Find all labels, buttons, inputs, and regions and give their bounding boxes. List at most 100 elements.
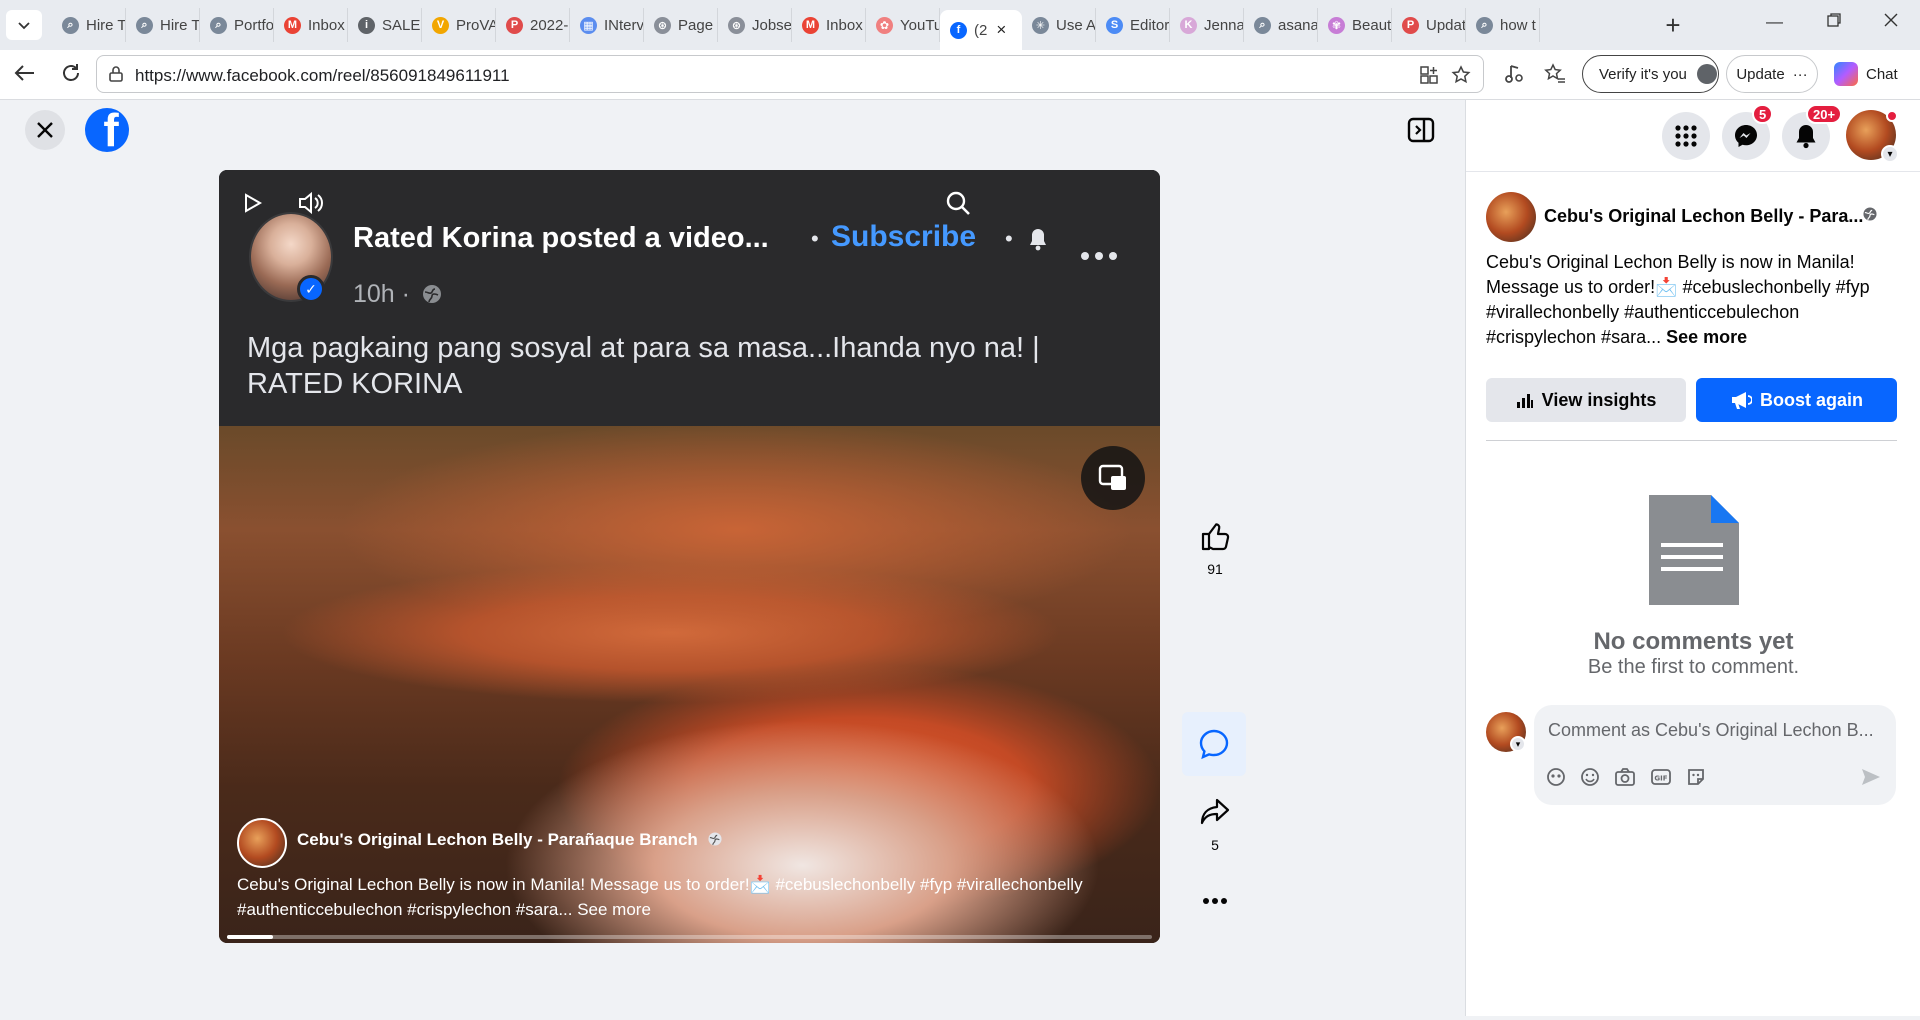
- browser-tab[interactable]: ✿ YouTu: [866, 8, 940, 42]
- minimize-button[interactable]: —: [1766, 12, 1783, 32]
- tab-list-menu-button[interactable]: [6, 10, 42, 40]
- favorite-star-icon[interactable]: [1451, 65, 1471, 85]
- post-text: Cebu's Original Lechon Belly is now in M…: [1486, 250, 1906, 350]
- globe-icon: [1863, 207, 1877, 221]
- verify-identity-button[interactable]: Verify it's you: [1582, 55, 1719, 93]
- tab-label: Page: [678, 16, 714, 34]
- emoji-icon[interactable]: [1580, 767, 1600, 787]
- video-page-name[interactable]: Cebu's Original Lechon Belly - Parañaque…: [297, 830, 723, 850]
- panel-divider: [1486, 440, 1897, 441]
- tab-label: SALES: [382, 16, 421, 34]
- browser-tab[interactable]: ⌕ Hire T: [126, 8, 200, 42]
- video-page-name-text[interactable]: Cebu's Original Lechon Belly - Parañaque…: [297, 830, 698, 849]
- sticker-icon[interactable]: [1686, 767, 1706, 787]
- browser-tab[interactable]: M Inbox: [792, 8, 866, 42]
- maximize-button[interactable]: [1826, 12, 1842, 33]
- more-dots-icon: ···: [1792, 65, 1808, 83]
- refresh-button[interactable]: [60, 62, 82, 90]
- facebook-logo[interactable]: f: [85, 108, 129, 152]
- boost-again-label: Boost again: [1759, 389, 1863, 410]
- browser-tab[interactable]: V ProVA: [422, 8, 496, 42]
- site-info-icon[interactable]: [107, 65, 125, 83]
- comment-tools: GIF: [1546, 767, 1706, 787]
- back-button[interactable]: [14, 62, 36, 90]
- browser-tab[interactable]: P 2022-: [496, 8, 570, 42]
- new-tab-button[interactable]: +: [1658, 10, 1688, 40]
- app-available-icon[interactable]: [1419, 65, 1439, 85]
- browser-tab[interactable]: K Jenna: [1170, 8, 1244, 42]
- volume-icon[interactable]: [297, 190, 325, 216]
- tab-favicon-icon: ✾: [1328, 16, 1345, 34]
- account-alert-dot: [1886, 110, 1898, 122]
- tab-label: Jobse: [752, 16, 792, 34]
- profile-avatar-icon: [1696, 64, 1717, 84]
- video-progress-bar[interactable]: [227, 935, 1152, 939]
- browser-tab[interactable]: ⌕ how t: [1466, 8, 1540, 42]
- tab-favicon-icon: K: [1180, 16, 1197, 34]
- reel-video[interactable]: ✓ Rated Korina posted a video... • Subsc…: [219, 170, 1160, 943]
- tab-label: 2022-: [530, 16, 569, 34]
- page-avatar[interactable]: [237, 818, 287, 868]
- tab-favicon-icon: P: [1402, 16, 1419, 34]
- tab-label: Use A: [1056, 16, 1096, 34]
- browser-tab[interactable]: ✳ Use A: [1022, 8, 1096, 42]
- post-page-avatar[interactable]: [1486, 192, 1536, 242]
- post-page-name[interactable]: Cebu's Original Lechon Belly - Para...: [1544, 206, 1863, 227]
- browser-tab[interactable]: S Editor: [1096, 8, 1170, 42]
- browser-tab[interactable]: P Updat: [1392, 8, 1466, 42]
- close-reel-button[interactable]: [25, 110, 65, 150]
- boost-again-button[interactable]: Boost again: [1696, 378, 1897, 422]
- pip-icon: [1098, 464, 1126, 490]
- browser-tab[interactable]: ▦ INterv: [570, 8, 644, 42]
- chevron-down-icon: [18, 22, 30, 30]
- more-dots-icon: [1081, 252, 1117, 260]
- browser-update-button[interactable]: Update ···: [1726, 55, 1818, 93]
- see-more-link[interactable]: See more: [1666, 327, 1747, 347]
- browser-tab[interactable]: ⌕ Portfo: [200, 8, 274, 42]
- comment-input[interactable]: [1548, 715, 1888, 745]
- picture-in-picture-button[interactable]: [1081, 446, 1145, 510]
- browser-tab[interactable]: ⌕ Hire T: [52, 8, 126, 42]
- url-text[interactable]: https://www.facebook.com/reel/8560918496…: [135, 66, 510, 86]
- send-icon[interactable]: [1860, 767, 1882, 787]
- close-window-button[interactable]: [1883, 12, 1899, 33]
- browser-tab[interactable]: ⊛ Page: [644, 8, 718, 42]
- chevron-down-icon[interactable]: ▾: [1881, 145, 1899, 163]
- verified-badge-icon: ✓: [297, 275, 325, 303]
- browser-tab[interactable]: i SALES: [348, 8, 422, 42]
- browser-tab[interactable]: f (2 ×: [940, 10, 1022, 50]
- browser-tab[interactable]: ⊛ Jobse: [718, 8, 792, 42]
- globe-icon: [708, 832, 722, 846]
- like-button[interactable]: 91: [1188, 520, 1242, 577]
- more-options-button[interactable]: [1188, 892, 1242, 910]
- browser-tab[interactable]: ✾ Beaut: [1318, 8, 1392, 42]
- video-description: Cebu's Original Lechon Belly is now in M…: [237, 875, 1083, 919]
- tab-label: INterv: [604, 16, 644, 34]
- messenger-badge: 5: [1752, 104, 1774, 124]
- tab-label: Updat: [1426, 16, 1466, 34]
- arrow-left-icon: [14, 65, 34, 81]
- tab-label: Jenna: [1204, 16, 1244, 34]
- browser-tab[interactable]: ⌕ asana: [1244, 8, 1318, 42]
- tab-close-button[interactable]: ×: [996, 20, 1006, 40]
- gif-icon[interactable]: GIF: [1650, 767, 1672, 787]
- chevron-down-icon[interactable]: ▾: [1510, 736, 1526, 752]
- camera-icon[interactable]: [1614, 767, 1636, 787]
- close-icon: [1884, 13, 1898, 27]
- menu-button[interactable]: [1662, 112, 1710, 160]
- tab-favicon-icon: ⌕: [136, 16, 153, 34]
- restore-icon: [1827, 13, 1841, 27]
- copilot-chat-button[interactable]: Chat: [1834, 58, 1898, 90]
- favorites-icon[interactable]: [1544, 63, 1566, 85]
- url-bar[interactable]: https://www.facebook.com/reel/8560918496…: [96, 55, 1484, 93]
- avatar-sticker-icon[interactable]: [1546, 767, 1566, 787]
- comment-button[interactable]: [1182, 712, 1246, 776]
- lechon-video-frame[interactable]: [219, 426, 1160, 943]
- media-playlist-icon[interactable]: [1503, 63, 1525, 85]
- search-icon[interactable]: [945, 190, 971, 216]
- browser-tab[interactable]: M Inbox: [274, 8, 348, 42]
- toggle-side-panel-icon[interactable]: [1407, 116, 1435, 144]
- view-insights-button[interactable]: View insights: [1486, 378, 1686, 422]
- play-icon[interactable]: [241, 192, 263, 214]
- share-button[interactable]: 5: [1188, 796, 1242, 853]
